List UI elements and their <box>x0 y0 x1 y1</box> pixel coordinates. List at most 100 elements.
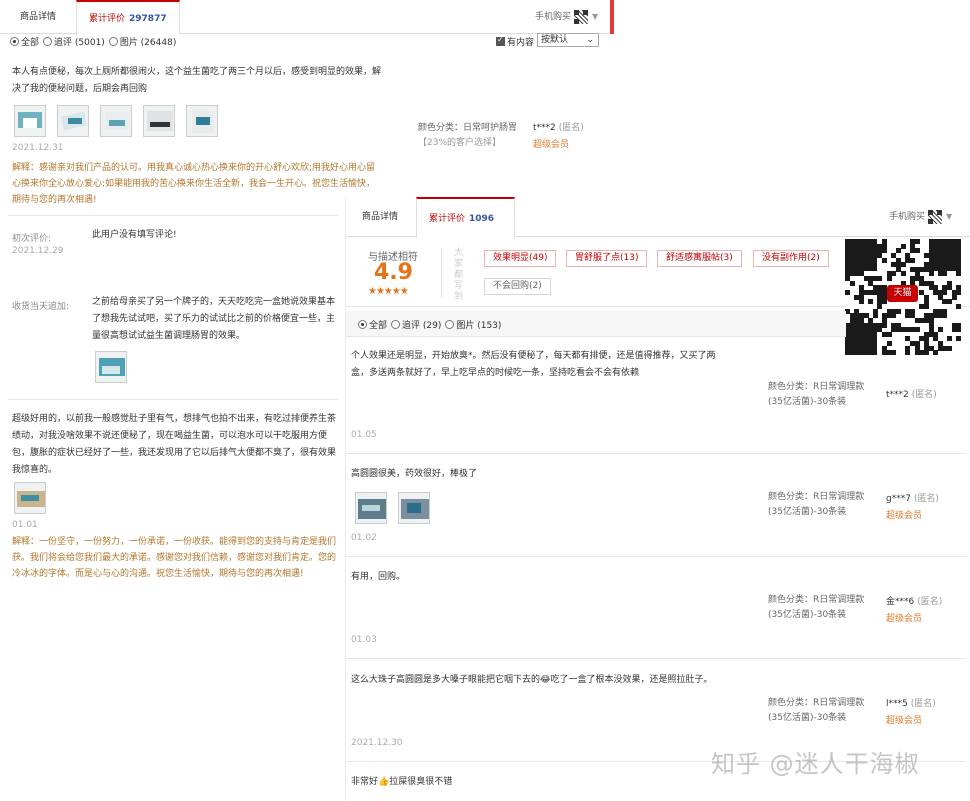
front-filter-images[interactable]: 图片 (153) <box>445 318 501 331</box>
front-review-user: g***7 (匿名) <box>886 494 939 504</box>
front-tab-reviews[interactable]: 累计评价 1096 <box>416 197 515 238</box>
qr-module <box>937 345 943 351</box>
back-filter-followup[interactable]: 追评 (5001) <box>43 35 105 48</box>
qr-module <box>882 257 888 263</box>
qr-module <box>923 262 929 268</box>
qr-module <box>849 313 855 319</box>
qr-module <box>877 322 883 328</box>
front-review-sku: 颜色分类：R日常调理款 (35亿活菌)-30条装 <box>768 492 865 517</box>
review-photo[interactable] <box>14 105 46 137</box>
review-photo[interactable] <box>186 105 218 137</box>
front-tab-details[interactable]: 商品详情 <box>350 197 410 237</box>
qr-module <box>845 271 850 277</box>
qr-module <box>905 257 911 263</box>
qr-module <box>928 280 934 286</box>
qr-module <box>891 252 897 258</box>
qr-module <box>928 345 934 351</box>
qr-module <box>923 313 929 319</box>
qr-module <box>858 285 864 291</box>
qr-module <box>896 327 902 333</box>
qr-module <box>882 248 888 254</box>
qr-module <box>905 336 911 342</box>
front-filter-followup[interactable]: 追评 (29) <box>391 318 441 331</box>
qr-module <box>919 317 925 323</box>
back-tab-reviews[interactable]: 累计评价 297877 <box>76 0 180 35</box>
review-photo[interactable] <box>398 492 430 524</box>
back-filter-images[interactable]: 图片 (26448) <box>108 35 176 48</box>
qr-code-icon <box>928 209 943 224</box>
qr-module <box>942 290 948 296</box>
qr-module <box>868 280 874 286</box>
front-tab-bar: 商品详情 累计评价 1096 手机购买 ▼ <box>346 197 970 238</box>
front-review-user: 金***6 (匿名) <box>886 597 943 607</box>
qr-module <box>956 285 962 291</box>
qr-module <box>909 341 915 347</box>
review-tag[interactable]: 不会回购(2) <box>484 278 551 295</box>
qr-module <box>858 290 864 296</box>
qr-module <box>882 313 888 319</box>
qr-module <box>891 322 897 328</box>
back-has-content-toggle[interactable]: 有内容 <box>496 32 534 50</box>
chevron-down-icon: ⌄ <box>586 35 594 45</box>
qr-module <box>951 322 957 328</box>
chevron-down-icon: ▼ <box>592 12 599 21</box>
front-review-sku: 颜色分类：R日常调理款 (35亿活菌)-30条装 <box>768 595 865 620</box>
qr-module <box>923 303 929 309</box>
review-photo[interactable] <box>57 105 89 137</box>
qr-module <box>928 327 934 333</box>
qr-module <box>933 308 939 314</box>
back-filter-all[interactable]: 全部 <box>10 35 39 48</box>
back-review1-date: 2021.12.31 <box>12 143 64 153</box>
review-tag[interactable]: 没有副作用(2) <box>753 250 829 267</box>
front-filter-all[interactable]: 全部 <box>358 318 387 331</box>
qr-module <box>919 303 925 309</box>
qr-module <box>919 280 925 286</box>
review-tag[interactable]: 胃舒服了点(13) <box>566 250 648 267</box>
qr-module <box>909 313 915 319</box>
qr-module <box>886 341 892 347</box>
qr-module <box>863 290 869 296</box>
qr-module <box>947 345 953 351</box>
qr-module <box>891 262 897 268</box>
qr-module <box>900 271 906 277</box>
back-mobile-buy[interactable]: 手机购买 ▼ <box>535 0 598 34</box>
qr-module <box>905 327 911 333</box>
front-review-sku: 颜色分类：R日常调理款 (35亿活菌)-30条装 <box>768 382 865 407</box>
back-sort-select[interactable]: 按默认 ⌄ <box>537 33 599 47</box>
divider <box>441 248 442 298</box>
qr-module <box>942 308 948 314</box>
review-tag[interactable]: 效果明显(49) <box>484 250 557 267</box>
qr-module <box>942 285 948 291</box>
qr-finder-pattern <box>928 239 961 272</box>
back-review2-append-label: 收货当天追加: <box>12 302 70 312</box>
review-photo[interactable] <box>14 482 46 514</box>
back-review1-user: t***2 (匿名) <box>533 123 584 133</box>
review-photo[interactable] <box>95 351 127 383</box>
qr-module <box>909 243 915 249</box>
back-review2-append-text: 之前给母亲买了另一个牌子的，天天吃吃完一盒她说效果基本 了想我先试试吧，买了乐力… <box>92 297 336 341</box>
front-review-date: 2021.12.30 <box>351 738 403 748</box>
front-review-member: 超级会员 <box>886 511 923 521</box>
qr-module <box>956 290 962 296</box>
qr-module <box>905 252 911 258</box>
review-tag[interactable]: 舒适感寓服帖(3) <box>657 250 742 267</box>
radio-icon <box>108 36 118 46</box>
qr-module <box>877 243 883 249</box>
qr-module <box>909 248 915 254</box>
qr-module <box>896 262 902 268</box>
qr-module <box>928 331 934 337</box>
review-photo[interactable] <box>100 105 132 137</box>
qr-module <box>872 276 878 282</box>
front-review-user: t***2 (匿名) <box>886 390 937 400</box>
back-review1-reply: 解释：感谢亲对我们产品的认可。用我真心诚心热心换来你的开心舒心欢欣;用我好心用心… <box>12 163 376 205</box>
front-mobile-buy[interactable]: 手机购买 ▼ <box>889 197 952 237</box>
back-review3-reply: 解释：一份坚守，一份努力，一份承诺，一份收获。能得到您的支持与肯定是我们 获。我… <box>12 537 337 579</box>
back-tab-details[interactable]: 商品详情 <box>8 0 68 34</box>
review-photo[interactable] <box>143 105 175 137</box>
qr-module <box>891 308 897 314</box>
qr-module <box>937 327 943 333</box>
review-photo[interactable] <box>355 492 387 524</box>
front-review-text: 这么大珠子高圆圆是多大嗓子眼能把它咽下去的😂吃了一盒了根本没效果，还是照拉肚子。 <box>351 675 713 685</box>
front-review-member: 超级会员 <box>886 716 923 726</box>
qr-module <box>942 345 948 351</box>
